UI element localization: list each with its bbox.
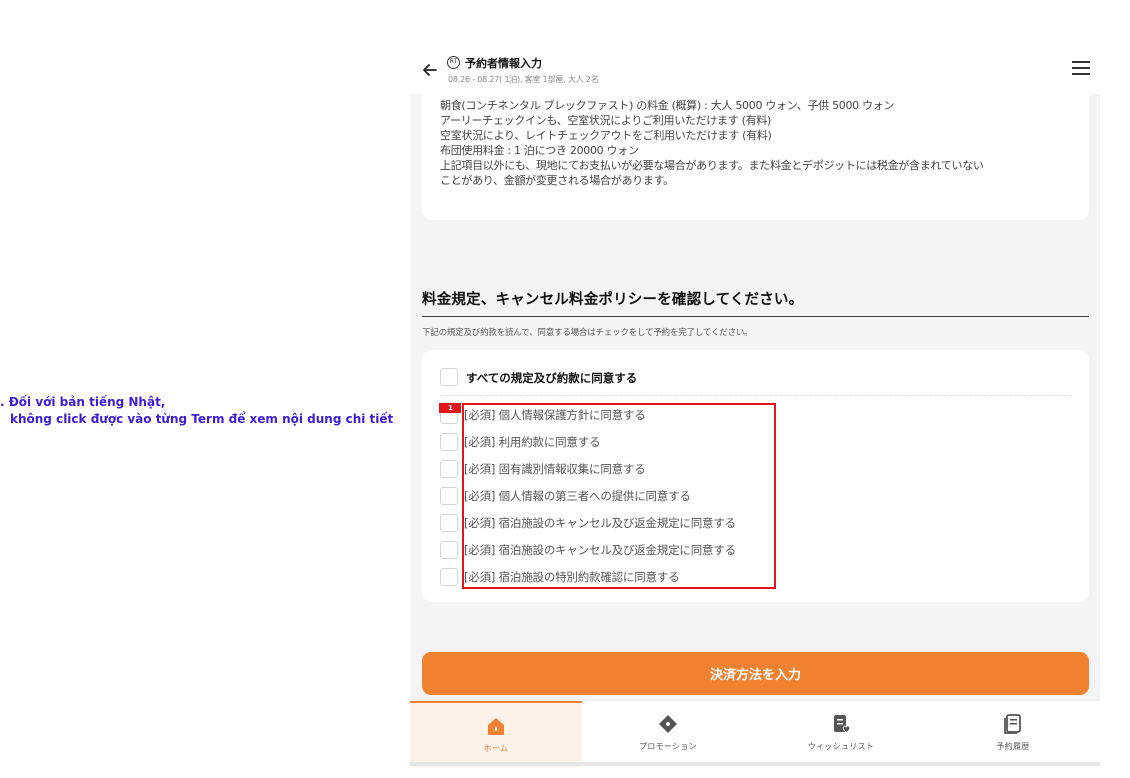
term-checkbox-terms-of-use[interactable] [440,433,458,451]
agree-all-checkbox[interactable] [440,368,458,386]
info-line: 空室状況により、レイトチェックアウトをご利用いただけます (有料) [440,129,772,142]
info-line: 布団使用料金 : 1 泊につき 20000 ウォン [440,144,639,157]
nav-label-wishlist: ウィッシュリスト [807,742,875,751]
info-line: アーリーチェックインも、空室状況によりご利用いただけます (有料) [440,114,771,127]
app-screen: RT 予約者情報入力 08.26 - 08.27( 1泊), 客室 1部屋, 大… [410,46,1100,768]
term-label-third-party[interactable]: [必須] 個人情報の第三者への提供に同意する [464,488,691,504]
page-header: RT 予約者情報入力 08.26 - 08.27( 1泊), 客室 1部屋, 大… [410,46,1100,94]
term-label-cancel-refund-2[interactable]: [必須] 宿泊施設のキャンセル及び返金規定に同意する [464,542,736,558]
annotation-line-1: . Đối với bản tiếng Nhật, [0,395,166,409]
nav-item-home[interactable]: ホーム [410,701,582,767]
info-line: 上記項目以外にも、現地にてお支払いが必要な場合があります。また料金とデポジットに… [440,159,984,172]
nav-item-wishlist[interactable]: ウィッシュリスト [755,701,927,767]
hamburger-menu-icon[interactable] [1072,61,1090,77]
back-arrow-icon[interactable] [420,60,440,80]
highlight-marker: 1 [439,403,461,413]
nav-bottom-bar [410,762,1100,766]
fee-info-card: 朝食(コンチネンタル ブレックファスト) の料金 (概算) : 大人 5000 … [422,94,1089,220]
dashed-divider [440,395,1072,396]
home-icon [488,718,504,735]
info-line: 朝食(コンチネンタル ブレックファスト) の料金 (概算) : 大人 5000 … [440,99,895,112]
term-label-privacy[interactable]: [必須] 個人情報保護方針に同意する [464,407,646,423]
nav-item-history[interactable]: 予約履歴 [927,701,1099,767]
section-title: 料金規定、キャンセル料金ポリシーを確認してください。 [422,292,804,308]
nav-label-history: 予約履歴 [996,742,1030,751]
bottom-nav: ホーム プロモーション ウィッシュリスト 予約履歴 [410,700,1100,768]
annotation-note: . Đối với bản tiếng Nhật, không click đư… [0,394,410,428]
annotation-line-2: không click được vào từng Term để xem nộ… [10,412,394,426]
term-checkbox-cancel-refund-2[interactable] [440,541,458,559]
agree-all-label[interactable]: すべての規定及び約款に同意する [466,370,637,386]
term-checkbox-special-terms[interactable] [440,568,458,586]
promotion-tag-icon [659,715,677,733]
term-checkbox-unique-id[interactable] [440,460,458,478]
term-label-cancel-refund-1[interactable]: [必須] 宿泊施設のキャンセル及び返金規定に同意する [464,515,736,531]
term-checkbox-cancel-refund-1[interactable] [440,514,458,532]
nav-item-promotion[interactable]: プロモーション [582,701,754,767]
wishlist-icon [834,715,851,734]
section-divider [422,316,1089,317]
term-checkbox-third-party[interactable] [440,487,458,505]
enter-payment-button[interactable]: 決済方法を入力 [422,652,1089,695]
term-label-terms-of-use[interactable]: [必須] 利用約款に同意する [464,434,601,450]
booking-history-icon [1004,714,1021,734]
info-line: ことがあり、金額が変更される場合があります。 [440,174,674,187]
terms-card: すべての規定及び約款に同意する [必須] 個人情報保護方針に同意する [必須] … [422,350,1089,602]
nav-label-home: ホーム [483,744,509,753]
term-label-unique-id[interactable]: [必須] 固有識別情報収集に同意する [464,461,646,477]
reservation-badge-icon: RT [447,56,460,69]
booking-summary: 08.26 - 08.27( 1泊), 客室 1部屋, 大人 2名 [448,75,599,84]
page-title: 予約者情報入力 [465,57,542,70]
nav-label-promotion: プロモーション [639,742,697,751]
term-label-special-terms[interactable]: [必須] 宿泊施設の特別約款確認に同意する [464,569,680,585]
section-note: 下記の規定及び約款を読んで、同意する場合はチェックをして予約を完了してください。 [422,328,753,338]
